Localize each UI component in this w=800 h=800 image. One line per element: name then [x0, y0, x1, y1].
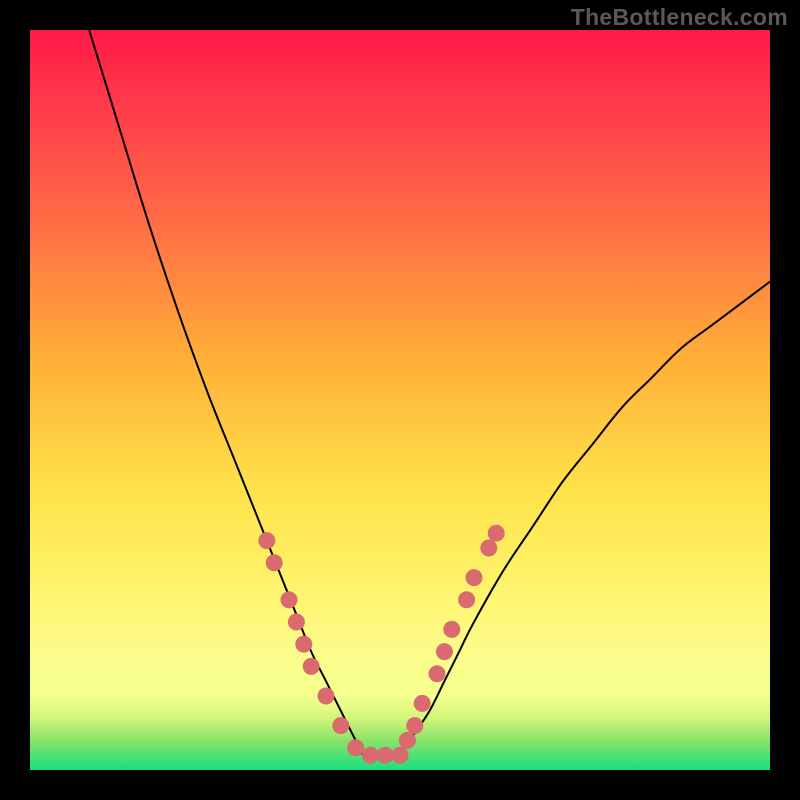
data-point [399, 732, 416, 749]
data-point [288, 614, 305, 631]
data-point [347, 739, 364, 756]
data-point [466, 569, 483, 586]
curve-group [89, 30, 770, 755]
data-point [414, 695, 431, 712]
watermark-text: TheBottleneck.com [571, 4, 788, 31]
data-point [258, 532, 275, 549]
data-point [266, 554, 283, 571]
data-point [458, 591, 475, 608]
plot-area [30, 30, 770, 770]
curve-left-curve [89, 30, 363, 755]
data-point [295, 636, 312, 653]
data-point [436, 643, 453, 660]
data-point [281, 591, 298, 608]
data-point [488, 525, 505, 542]
data-point [318, 688, 335, 705]
curves-layer [30, 30, 770, 770]
data-point [480, 540, 497, 557]
data-point [362, 747, 379, 764]
data-point [443, 621, 460, 638]
data-point [332, 717, 349, 734]
data-point [303, 658, 320, 675]
data-point [406, 717, 423, 734]
chart-stage: TheBottleneck.com [0, 0, 800, 800]
data-point [429, 665, 446, 682]
dot-group [258, 525, 504, 764]
data-point [377, 747, 394, 764]
data-point [392, 747, 409, 764]
curve-right-curve [400, 282, 770, 756]
